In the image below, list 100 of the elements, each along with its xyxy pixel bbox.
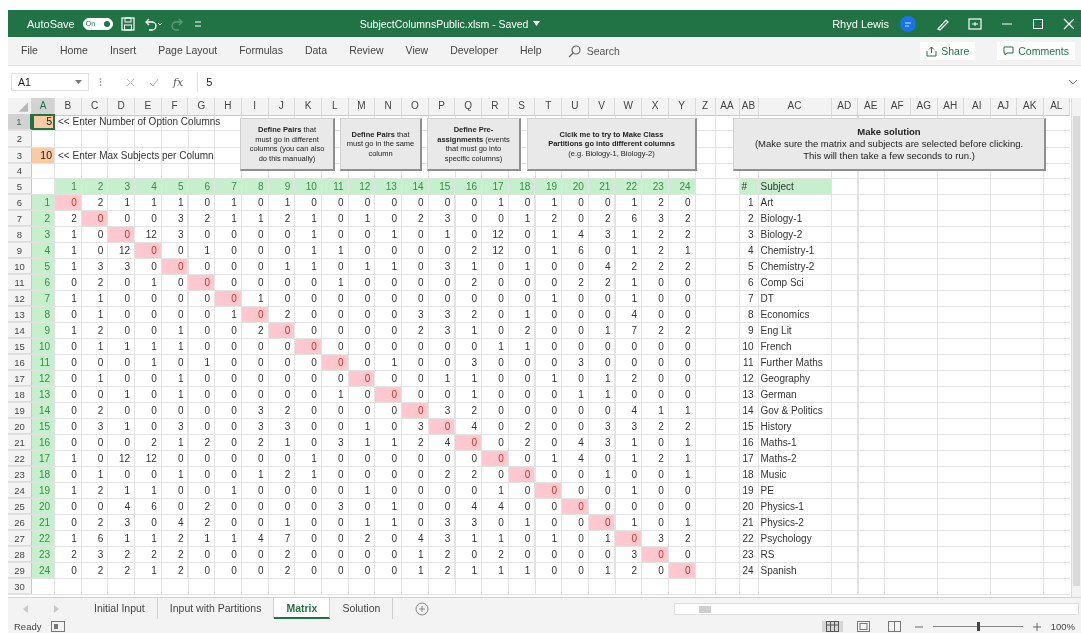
column-header[interactable]: H xyxy=(215,98,242,116)
avatar-icon[interactable] xyxy=(900,15,916,32)
row-header[interactable]: 18 xyxy=(8,387,32,402)
column-header[interactable]: AC xyxy=(758,98,832,116)
column-header[interactable]: K xyxy=(295,98,322,116)
ribbon-tab[interactable]: View xyxy=(405,41,429,61)
row-header[interactable]: 13 xyxy=(8,307,32,322)
ribbon-tab[interactable]: Review xyxy=(349,41,384,61)
column-header[interactable]: AJ xyxy=(990,98,1017,116)
ribbon-tab[interactable]: Formulas xyxy=(239,41,283,61)
zoom-level[interactable]: 100% xyxy=(1050,621,1075,632)
row-header[interactable]: 9 xyxy=(8,243,32,258)
insert-function-button[interactable]: fx xyxy=(173,75,184,89)
column-header[interactable]: T xyxy=(535,98,563,116)
row-header[interactable]: 10 xyxy=(8,259,32,274)
column-header[interactable]: Z xyxy=(695,98,716,116)
sheet-tab[interactable]: Matrix xyxy=(274,598,331,619)
column-header[interactable]: B xyxy=(55,98,82,116)
share-button[interactable]: Share xyxy=(920,42,976,60)
ribbon-tab[interactable]: Page Layout xyxy=(158,41,218,61)
ribbon-tab[interactable]: Help xyxy=(520,41,542,61)
column-header[interactable]: G xyxy=(188,98,216,116)
close-icon[interactable] xyxy=(1063,17,1075,30)
normal-view-icon[interactable] xyxy=(821,621,843,632)
column-header[interactable]: Y xyxy=(668,98,696,116)
row-header[interactable]: 29 xyxy=(8,563,32,578)
row-header[interactable]: 26 xyxy=(8,515,32,530)
column-header[interactable]: O xyxy=(401,98,429,116)
column-header[interactable]: J xyxy=(268,98,296,116)
row-header[interactable]: 20 xyxy=(8,419,32,434)
row-header[interactable]: 4 xyxy=(8,164,32,178)
column-header[interactable]: AK xyxy=(1017,98,1044,116)
ribbon-tab[interactable]: Data xyxy=(304,41,328,61)
row-header[interactable]: 5 xyxy=(8,179,32,194)
row-header[interactable]: 23 xyxy=(8,467,32,482)
add-sheet-icon[interactable] xyxy=(415,601,430,616)
row-header[interactable]: 16 xyxy=(8,355,32,370)
row-header[interactable]: 3 xyxy=(8,148,32,163)
column-header[interactable]: U xyxy=(562,98,589,116)
row-header[interactable]: 15 xyxy=(8,339,32,354)
row-header[interactable]: 25 xyxy=(8,499,32,514)
comments-button[interactable]: Comments xyxy=(997,42,1075,60)
ribbon-tab[interactable]: Insert xyxy=(109,41,137,61)
column-header[interactable]: C xyxy=(81,98,109,116)
row-header[interactable]: 6 xyxy=(8,195,32,210)
zoom-in-icon[interactable] xyxy=(1032,622,1041,631)
column-header[interactable]: AE xyxy=(858,98,885,116)
column-header[interactable]: V xyxy=(588,98,616,116)
horizontal-scrollbar[interactable] xyxy=(674,602,1079,615)
row-header[interactable]: 22 xyxy=(8,451,32,466)
row-header[interactable]: 11 xyxy=(8,275,32,290)
ribbon-tab[interactable]: File xyxy=(21,41,38,61)
column-header[interactable]: E xyxy=(135,98,162,116)
row-header[interactable]: 14 xyxy=(8,323,32,338)
column-header[interactable]: AH xyxy=(937,98,964,116)
column-header[interactable]: Q xyxy=(455,98,482,116)
column-header[interactable]: S xyxy=(508,98,536,116)
input-cell[interactable]: 5 xyxy=(32,114,55,130)
column-header[interactable]: AI xyxy=(964,98,991,116)
column-header[interactable]: AF xyxy=(884,98,911,116)
ribbon-display-icon[interactable] xyxy=(968,17,982,30)
row-header[interactable]: 7 xyxy=(8,211,32,226)
column-header[interactable]: AG xyxy=(911,98,938,116)
row-header[interactable]: 17 xyxy=(8,371,32,386)
zoom-slider[interactable] xyxy=(976,622,980,631)
vertical-scrollbar[interactable] xyxy=(1071,98,1081,597)
column-header[interactable]: N xyxy=(375,98,402,116)
column-header[interactable]: F xyxy=(161,98,189,116)
column-header[interactable]: W xyxy=(615,98,643,116)
save-icon[interactable] xyxy=(120,16,135,31)
row-header[interactable]: 21 xyxy=(8,435,32,450)
column-header[interactable]: AD xyxy=(831,98,858,116)
column-header[interactable]: X xyxy=(642,98,669,116)
column-header[interactable]: D xyxy=(108,98,136,116)
row-header[interactable]: 24 xyxy=(8,483,32,498)
column-header[interactable]: AL xyxy=(1043,98,1070,116)
ribbon-tab[interactable]: Home xyxy=(59,41,88,61)
row-header[interactable]: 8 xyxy=(8,227,32,242)
row-header[interactable]: 2 xyxy=(8,131,32,147)
row-header[interactable]: 1 xyxy=(8,114,32,130)
caret-icon[interactable] xyxy=(533,21,541,26)
row-header[interactable]: 28 xyxy=(8,547,32,562)
row-header[interactable]: 12 xyxy=(8,291,32,306)
row-header[interactable]: 30 xyxy=(8,579,32,594)
column-header[interactable]: M xyxy=(348,98,376,116)
maximize-icon[interactable] xyxy=(1032,17,1044,30)
search-field[interactable]: Search xyxy=(567,44,620,58)
name-box[interactable]: A1 xyxy=(11,73,89,91)
column-header[interactable]: R xyxy=(482,98,509,116)
column-header[interactable]: AA xyxy=(715,98,740,116)
row-header[interactable]: 27 xyxy=(8,531,32,546)
row-header[interactable]: 19 xyxy=(8,403,32,418)
column-header[interactable]: I xyxy=(241,98,269,116)
ribbon-tab[interactable]: Developer xyxy=(450,41,498,61)
customize-icon[interactable] xyxy=(192,18,203,29)
macro-record-icon[interactable] xyxy=(51,621,66,632)
expand-icon[interactable] xyxy=(1069,79,1077,85)
column-header[interactable]: L xyxy=(321,98,349,116)
input-cell[interactable]: 10 xyxy=(32,148,55,163)
column-header[interactable]: P xyxy=(428,98,456,116)
